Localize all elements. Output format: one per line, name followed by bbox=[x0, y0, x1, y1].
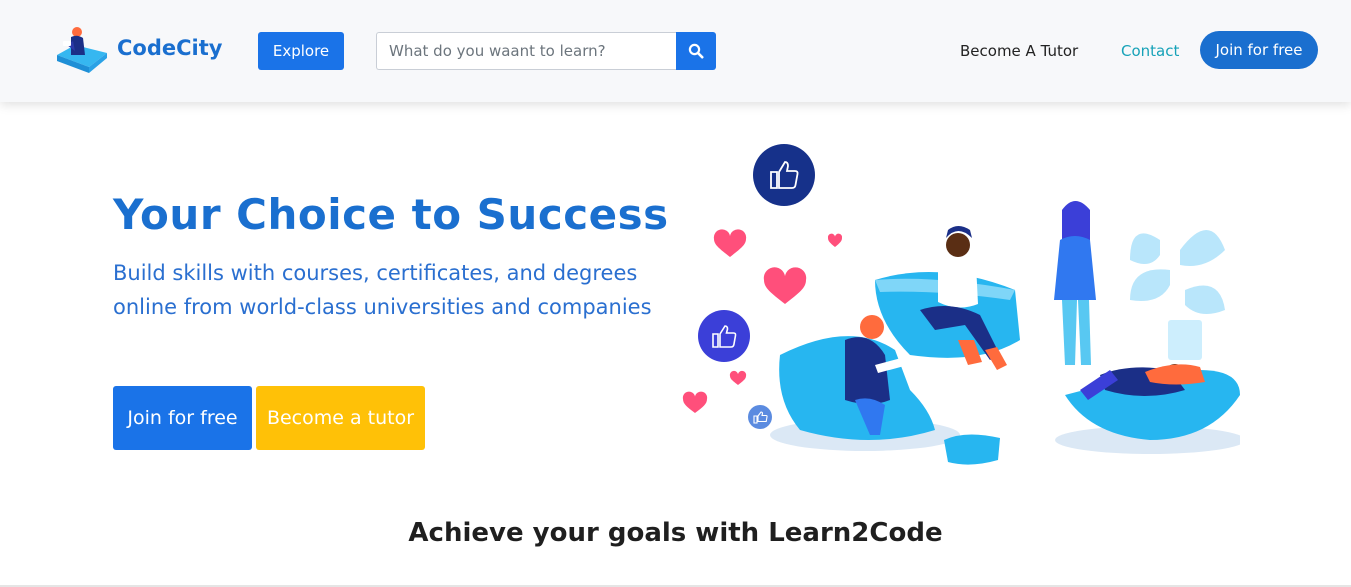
hero-join-button[interactable]: Join for free bbox=[113, 386, 252, 450]
nav-become-tutor-link[interactable]: Become A Tutor bbox=[960, 42, 1078, 60]
heart-icon bbox=[682, 391, 708, 413]
explore-button[interactable]: Explore bbox=[258, 32, 344, 70]
thumbs-up-icon bbox=[748, 405, 772, 429]
heart-icon bbox=[713, 229, 747, 257]
thumbs-up-icon bbox=[698, 310, 750, 362]
search-icon bbox=[688, 43, 704, 59]
hero-title: Your Choice to Success bbox=[113, 190, 669, 239]
hero-become-tutor-button[interactable]: Become a tutor bbox=[256, 386, 425, 450]
thumbs-up-icon bbox=[753, 144, 815, 206]
nav-join-button[interactable]: Join for free bbox=[1200, 31, 1318, 69]
search-input[interactable]: What do you waant to learn? bbox=[376, 32, 676, 70]
search-button[interactable] bbox=[676, 32, 716, 70]
codecity-logo[interactable] bbox=[53, 25, 111, 77]
heart-icon bbox=[763, 267, 807, 304]
top-navbar: CodeCity Explore What do you waant to le… bbox=[0, 0, 1351, 102]
plant-illustration bbox=[1130, 230, 1225, 360]
hero-illustration bbox=[682, 144, 1240, 465]
heart-icon bbox=[729, 370, 747, 385]
nav-contact-link[interactable]: Contact bbox=[1121, 42, 1179, 60]
heart-icon bbox=[827, 233, 843, 247]
hero-subtitle: Build skills with courses, certificates,… bbox=[113, 261, 652, 319]
section-heading: Achieve your goals with Learn2Code bbox=[408, 518, 943, 548]
brand-name[interactable]: CodeCity bbox=[117, 36, 222, 60]
